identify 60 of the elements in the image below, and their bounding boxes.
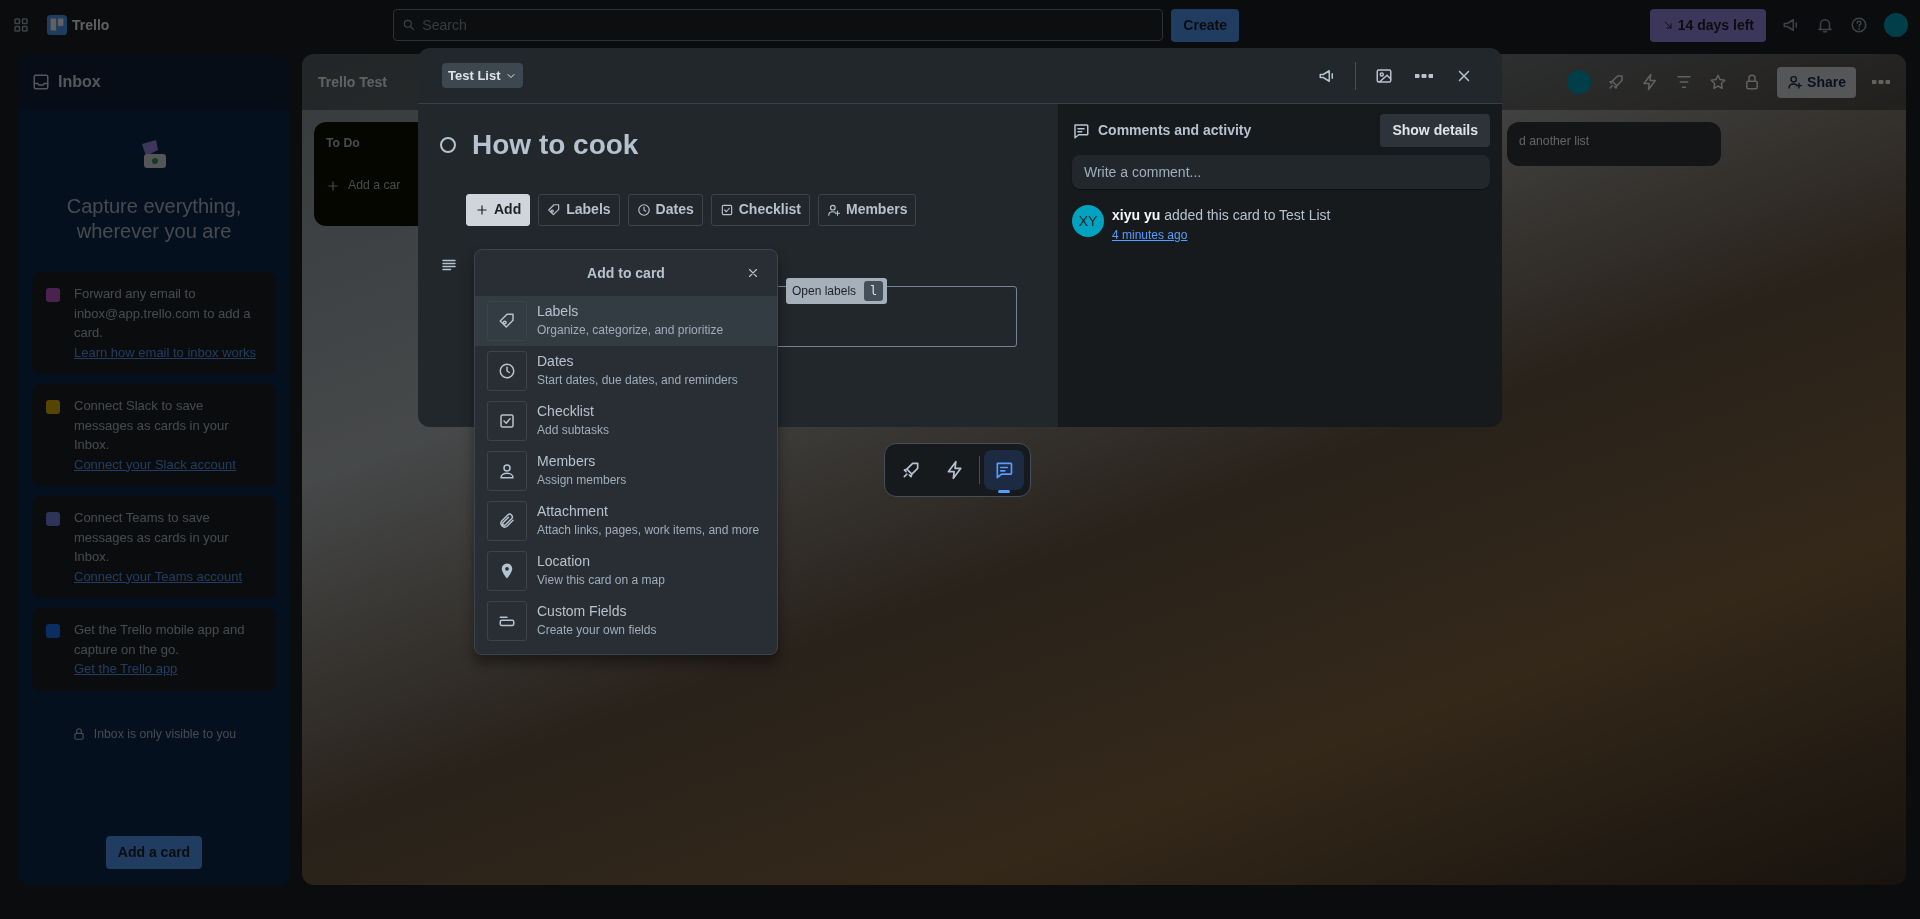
person-icon: [498, 462, 516, 480]
menu-item[interactable]: Attachment Attach links, pages, work items, and more: [475, 496, 777, 546]
user-avatar: XY: [1072, 205, 1104, 237]
board-logo-icon[interactable]: [46, 14, 68, 36]
complete-checkbox[interactable]: [440, 136, 456, 153]
filter-icon[interactable]: [1675, 73, 1694, 91]
paperclip-icon: [498, 512, 516, 530]
menu-item[interactable]: Custom Fields Create your own fields: [475, 596, 777, 646]
checkbox-icon: [719, 202, 734, 217]
inbox-heading: Capture everything, wherever you are: [65, 194, 243, 244]
checkbox-icon: [498, 412, 516, 430]
close-icon: [746, 266, 760, 280]
avatar-icon[interactable]: [1884, 13, 1908, 37]
menu-item[interactable]: Dates Start dates, due dates, and reminders: [475, 346, 777, 396]
notifications-icon[interactable]: [1816, 16, 1834, 34]
activity-heading: Comments and activity: [1098, 121, 1252, 140]
menu-item[interactable]: Checklist Add subtasks: [475, 396, 777, 446]
menu-item[interactable]: Members Assign members: [475, 446, 777, 496]
more-icon[interactable]: [1872, 80, 1890, 84]
bolt-icon: [945, 460, 965, 480]
lock-icon: [71, 726, 86, 741]
activity-text: xiyu yu added this card to Test List: [1112, 206, 1331, 225]
timestamp-link[interactable]: 4 minutes ago: [1112, 226, 1331, 244]
star-icon[interactable]: [1709, 73, 1728, 91]
tag-icon: [498, 312, 516, 330]
plus-icon: [475, 202, 489, 217]
labels-button[interactable]: Labels: [538, 193, 620, 226]
shortcut-key: l: [864, 280, 884, 301]
plus-icon: [326, 178, 340, 193]
card-title[interactable]: How to cook: [472, 128, 639, 162]
menu-title: Add to card: [587, 263, 665, 283]
comment-button[interactable]: [984, 450, 1024, 490]
inbox-icon: [32, 73, 50, 91]
rocket-icon[interactable]: [1607, 73, 1626, 91]
show-details-button[interactable]: Show details: [1380, 114, 1490, 147]
tooltip: Open labels l: [786, 277, 888, 304]
person-plus-icon: [826, 202, 841, 217]
apps-grid-icon[interactable]: [12, 16, 30, 34]
checklist-button[interactable]: Checklist: [710, 193, 810, 226]
search-icon: [402, 18, 417, 32]
comment-icon: [1072, 121, 1090, 140]
clock-icon: [498, 362, 516, 380]
list-dropdown[interactable]: Test List: [442, 62, 523, 89]
inbox-title: Inbox: [58, 72, 101, 92]
comment-icon: [994, 460, 1014, 480]
megaphone-icon[interactable]: [1782, 16, 1800, 34]
rocket-icon: [901, 460, 921, 480]
clock-icon: [636, 202, 651, 217]
info-text: Forward any email to inbox@app.trello.com to add a card.: [74, 285, 252, 342]
tag-icon: [547, 202, 562, 217]
menu-item[interactable]: Location View this card on a map: [475, 546, 777, 596]
image-icon: [1375, 66, 1393, 85]
menu-item[interactable]: Labels Organize, categorize, and prioritize: [475, 296, 777, 346]
members-button[interactable]: Members: [817, 193, 917, 226]
more-icon: [1415, 73, 1433, 78]
person-plus-icon: [1787, 74, 1804, 90]
help-icon[interactable]: [1850, 16, 1868, 34]
dates-button[interactable]: Dates: [627, 193, 703, 226]
add-button[interactable]: Add: [466, 193, 531, 226]
comment-field[interactable]: Write a comment...: [1072, 155, 1490, 189]
